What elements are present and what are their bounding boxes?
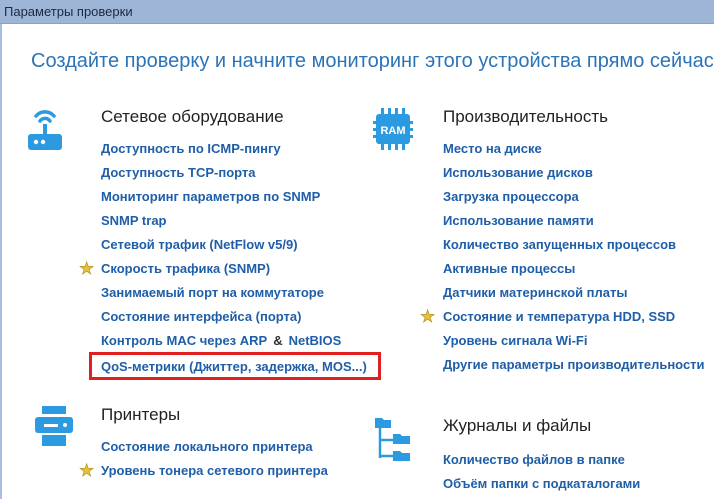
link-switch-port[interactable]: Занимаемый порт на коммутаторе [101, 285, 324, 300]
link-mac-arp-group: Контроль MAC через ARP & NetBIOS [101, 333, 341, 348]
link-tcp-port[interactable]: Доступность TCP-порта [101, 165, 256, 180]
router-icon [26, 104, 64, 159]
section-title-printers: Принтеры [101, 405, 181, 424]
link-motherboard-sensors[interactable]: Датчики материнской платы [443, 285, 627, 300]
link-cpu-load[interactable]: Загрузка процессора [443, 189, 579, 204]
link-disk-usage[interactable]: Использование дисков [443, 165, 593, 180]
link-netbios[interactable]: NetBIOS [289, 333, 342, 348]
window-frame [0, 24, 2, 499]
link-process-count[interactable]: Количество запущенных процессов [443, 237, 676, 252]
star-icon: ★ [420, 307, 436, 326]
link-interface-state[interactable]: Состояние интерфейса (порта) [101, 309, 301, 324]
ram-chip-label: RAM [380, 125, 405, 137]
page-headline: Создайте проверку и начните мониторинг э… [31, 50, 714, 72]
section-title-network: Сетевое оборудование [101, 107, 284, 126]
printer-icon [34, 405, 74, 452]
window-title: Параметры проверки [4, 4, 133, 19]
window-titlebar: Параметры проверки [0, 0, 714, 24]
star-icon: ★ [79, 259, 95, 278]
link-toner-level[interactable]: Уровень тонера сетевого принтера [101, 463, 328, 478]
link-snmp-trap[interactable]: SNMP trap [101, 213, 167, 228]
link-icmp-ping[interactable]: Доступность по ICMP-пингу [101, 141, 281, 156]
star-icon: ★ [79, 461, 95, 480]
link-hdd-ssd-state[interactable]: Состояние и температура HDD, SSD [443, 309, 675, 324]
link-memory-usage[interactable]: Использование памяти [443, 213, 594, 228]
link-wifi-signal[interactable]: Уровень сигнала Wi-Fi [443, 333, 587, 348]
link-separator: & [273, 333, 283, 348]
highlight-frame [89, 352, 381, 380]
link-file-count[interactable]: Количество файлов в папке [443, 452, 625, 467]
link-snmp-params[interactable]: Мониторинг параметров по SNMP [101, 189, 320, 204]
link-netflow[interactable]: Сетевой трафик (NetFlow v5/9) [101, 237, 298, 252]
section-title-logs: Журналы и файлы [443, 416, 592, 435]
link-mac-arp[interactable]: Контроль MAC через ARP [101, 333, 267, 348]
link-local-printer[interactable]: Состояние локального принтера [101, 439, 313, 454]
link-other-performance[interactable]: Другие параметры производительности [443, 357, 705, 372]
link-traffic-speed[interactable]: Скорость трафика (SNMP) [101, 261, 270, 276]
link-disk-space[interactable]: Место на диске [443, 141, 542, 156]
ram-chip-icon: RAM [373, 107, 413, 156]
link-folder-size[interactable]: Объём папки с подкаталогами [443, 476, 640, 491]
folder-tree-icon [373, 416, 417, 469]
link-active-processes[interactable]: Активные процессы [443, 261, 575, 276]
section-title-performance: Производительность [443, 107, 609, 126]
